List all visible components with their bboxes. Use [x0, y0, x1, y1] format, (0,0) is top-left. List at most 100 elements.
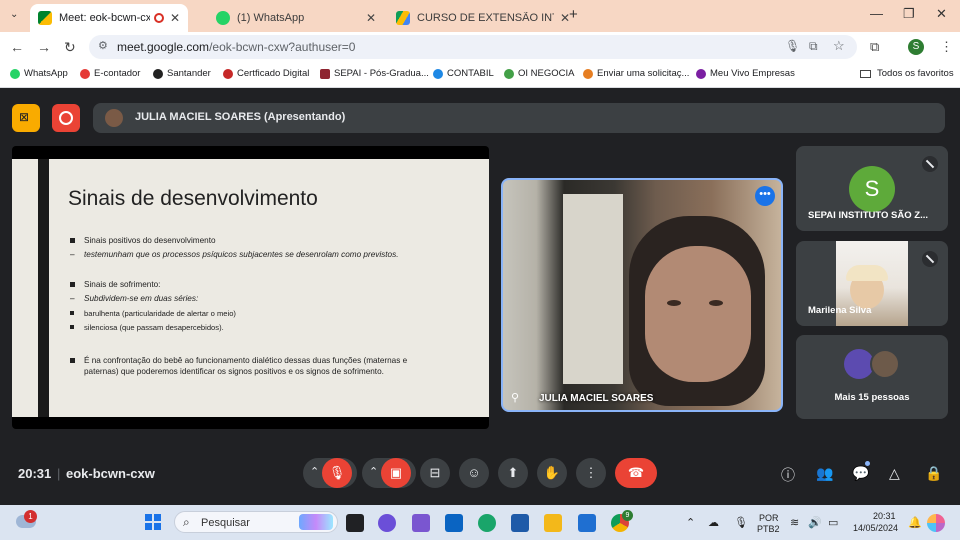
- bookmark-label: CONTABIL: [447, 68, 494, 79]
- more-participants-label: Mais 15 pessoas: [834, 392, 910, 403]
- slide-subbullet: silenciosa (que passam desapercebidos).: [70, 322, 464, 333]
- tab-search-chevron-icon[interactable]: ⌄: [10, 9, 18, 20]
- bookmark-santander[interactable]: Santander: [153, 68, 211, 79]
- meet-stage: ⊠ JULIA MACIEL SOARES (Apresentando) Sin…: [0, 89, 960, 502]
- captions-icon: ⊟: [429, 465, 441, 480]
- minimize-icon[interactable]: —: [870, 6, 883, 21]
- people-icon[interactable]: 👥: [816, 465, 833, 482]
- tab-meet[interactable]: Meet: eok-bcwn-cxw ✕: [30, 4, 188, 32]
- leave-call-button[interactable]: ☎: [615, 458, 657, 488]
- copilot-tray-icon[interactable]: [927, 514, 945, 532]
- video-eye: [709, 300, 723, 306]
- more-participants-tile[interactable]: Mais 15 pessoas: [796, 335, 948, 419]
- participant-avatar: S: [849, 166, 895, 212]
- outlook-icon[interactable]: [445, 514, 463, 532]
- activities-icon[interactable]: △: [889, 465, 900, 482]
- camera-options-chevron-icon[interactable]: ⌃: [369, 465, 378, 478]
- clock-time[interactable]: 20:31: [873, 511, 896, 521]
- participant-tile-sepai[interactable]: S SEPAI INSTITUTO SÃO Z...: [796, 146, 948, 231]
- participant-tile-presenter[interactable]: ••• ⚲ JULIA MACIEL SOARES: [501, 178, 783, 412]
- restore-icon[interactable]: ❐: [903, 6, 915, 22]
- address-bar[interactable]: ⚙ meet.google.com/eok-bcwn-cxw?authuser=…: [89, 35, 857, 59]
- vivo-icon: [696, 68, 706, 79]
- bookmark-contabil[interactable]: CONTABIL: [433, 68, 494, 79]
- edge-icon[interactable]: [478, 514, 496, 532]
- slide-title: Sinais de desenvolvimento: [68, 187, 318, 210]
- tab-whatsapp[interactable]: (1) WhatsApp ✕: [208, 4, 384, 32]
- extensions-icon[interactable]: ⧉: [870, 39, 879, 55]
- globe-icon: [153, 68, 163, 79]
- volume-icon[interactable]: 🔊: [808, 516, 822, 529]
- captions-button[interactable]: ⊟: [420, 458, 450, 488]
- task-view-icon[interactable]: [346, 514, 364, 532]
- presentation-view: Sinais de desenvolvimento Sinais positiv…: [12, 146, 489, 429]
- bookmark-label: Enviar uma solicitaç...: [597, 68, 690, 79]
- menu-dots-icon[interactable]: ⋮: [940, 39, 953, 55]
- bookmark-whatsapp[interactable]: WhatsApp: [10, 68, 68, 79]
- chat-icon[interactable]: 💬: [852, 465, 869, 482]
- more-options-button[interactable]: ⋮: [576, 458, 606, 488]
- language-indicator[interactable]: POR: [759, 513, 779, 523]
- site-info-icon[interactable]: ⚙: [98, 39, 108, 52]
- tab-drive[interactable]: CURSO DE EXTENSÃO INTRODU ✕: [388, 4, 578, 32]
- search-highlight-icon: [299, 514, 333, 530]
- more-vert-icon: ⋮: [584, 465, 598, 480]
- recording-button[interactable]: [52, 104, 80, 132]
- host-controls-icon[interactable]: 🔒: [925, 465, 942, 482]
- reload-icon[interactable]: ↻: [64, 39, 76, 56]
- tab-title: (1) WhatsApp: [237, 12, 305, 24]
- open-in-new-icon[interactable]: ⧉: [809, 39, 818, 54]
- forward-icon[interactable]: →: [37, 39, 51, 55]
- participant-tile-marilena[interactable]: Marilena Silva: [796, 241, 948, 326]
- notifications-bell-icon[interactable]: 🔔: [908, 516, 922, 529]
- tray-chevron-icon[interactable]: ⌃: [686, 516, 695, 529]
- bookmark-enviar[interactable]: Enviar uma solicitaç...: [583, 68, 689, 79]
- camera-toggle-button[interactable]: ▣: [381, 458, 411, 488]
- bookmark-vivo[interactable]: Meu Vivo Empresas: [696, 68, 795, 79]
- close-tab-icon[interactable]: ✕: [366, 11, 376, 25]
- new-tab-icon[interactable]: +: [569, 6, 578, 23]
- emoji-icon: ☺: [467, 465, 481, 480]
- close-window-icon[interactable]: ✕: [936, 6, 947, 22]
- pin-icon[interactable]: ⚲: [511, 391, 519, 404]
- onedrive-icon[interactable]: ☁: [708, 516, 719, 529]
- profile-avatar[interactable]: S: [908, 39, 924, 55]
- mic-off-icon: [922, 251, 938, 267]
- meeting-details-icon[interactable]: ⓘ: [781, 465, 795, 485]
- search-placeholder: Pesquisar: [201, 517, 250, 529]
- present-button[interactable]: ⬆: [498, 458, 528, 488]
- mic-options-chevron-icon[interactable]: ⌃: [310, 465, 319, 478]
- wifi-icon[interactable]: ≋: [790, 516, 799, 529]
- back-icon[interactable]: ←: [10, 39, 24, 55]
- whatsapp-favicon-icon: [216, 11, 230, 25]
- keyboard-layout[interactable]: PTB2: [757, 524, 780, 534]
- store-icon[interactable]: [511, 514, 529, 532]
- bookmark-star-icon[interactable]: ☆: [833, 38, 845, 54]
- slide-subbullet: Subdividem-se em duas séries:: [70, 293, 464, 304]
- bookmark-certificado[interactable]: Certficado Digital: [223, 68, 309, 79]
- close-tab-icon[interactable]: ✕: [170, 11, 180, 25]
- clock-date[interactable]: 14/05/2024: [853, 523, 898, 533]
- windows-start-icon[interactable]: [145, 514, 161, 530]
- microphone-icon[interactable]: 🎙: [785, 39, 800, 53]
- taskbar-search[interactable]: ⌕ Pesquisar: [174, 511, 338, 533]
- mic-tray-icon[interactable]: 🎙: [734, 516, 748, 529]
- whatsapp-icon: [10, 68, 20, 79]
- divider: |: [57, 466, 61, 481]
- all-bookmarks[interactable]: Todos os favoritos: [860, 68, 954, 79]
- teams-icon[interactable]: [412, 514, 430, 532]
- reactions-button[interactable]: ☺: [459, 458, 489, 488]
- bookmark-e-contador[interactable]: E-contador: [80, 68, 140, 79]
- battery-icon[interactable]: ▭: [828, 516, 838, 529]
- mic-toggle-button[interactable]: 🎙: [322, 458, 352, 488]
- bookmark-oi-negocia[interactable]: OI NEGOCIA: [504, 68, 574, 79]
- bookmark-label: Santander: [167, 68, 211, 79]
- stop-presenting-button[interactable]: ⊠: [12, 104, 40, 132]
- raise-hand-button[interactable]: ✋: [537, 458, 567, 488]
- file-explorer-icon[interactable]: [544, 514, 562, 532]
- copilot-icon[interactable]: [378, 514, 396, 532]
- bookmark-sepai[interactable]: SEPAI - Pós-Gradua...: [320, 68, 429, 79]
- url-text[interactable]: meet.google.com/eok-bcwn-cxw?authuser=0: [117, 40, 355, 54]
- more-options-icon[interactable]: •••: [755, 186, 775, 206]
- mail-icon[interactable]: [578, 514, 596, 532]
